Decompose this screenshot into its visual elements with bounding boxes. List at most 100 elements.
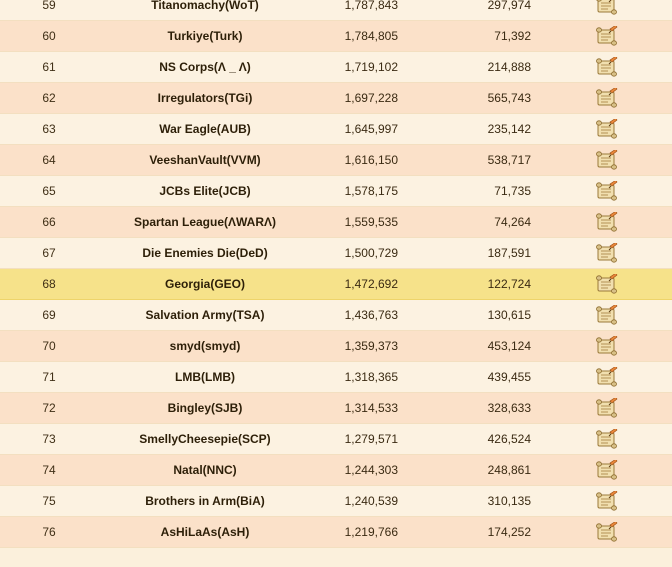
table-row: 68 Georgia(GEO) 1,472,692 122,724 <box>0 269 672 300</box>
rank-cell: 66 <box>42 215 56 229</box>
scroll-icon[interactable] <box>595 274 619 295</box>
score-cell: 1,314,533 <box>344 401 398 415</box>
score-cell: 1,787,843 <box>344 0 398 12</box>
alliance-name-cell: Salvation Army(TSA) <box>145 308 265 322</box>
alliance-name-cell: Natal(NNC) <box>173 463 237 477</box>
points-cell: 174,252 <box>487 525 531 539</box>
table-row: 76 AsHiLaAs(AsH) 1,219,766 174,252 <box>0 517 672 548</box>
alliance-name-cell: LMB(LMB) <box>175 370 235 384</box>
score-cell: 1,645,997 <box>344 122 398 136</box>
rank-cell: 68 <box>42 277 56 291</box>
alliance-name-cell: War Eagle(AUB) <box>159 122 251 136</box>
rank-cell: 69 <box>42 308 56 322</box>
scroll-icon[interactable] <box>595 491 619 512</box>
scroll-icon[interactable] <box>595 243 619 264</box>
points-cell: 71,735 <box>494 184 531 198</box>
points-cell: 122,724 <box>487 277 531 291</box>
score-cell: 1,436,763 <box>344 308 398 322</box>
rank-cell: 60 <box>42 29 56 43</box>
table-row: 69 Salvation Army(TSA) 1,436,763 130,615 <box>0 300 672 331</box>
score-cell: 1,359,373 <box>344 339 398 353</box>
points-cell: 248,861 <box>487 463 531 477</box>
scroll-icon[interactable] <box>595 0 619 16</box>
scroll-icon[interactable] <box>595 212 619 233</box>
alliance-name-cell: Georgia(GEO) <box>164 277 245 291</box>
score-cell: 1,559,535 <box>344 215 398 229</box>
scroll-icon[interactable] <box>595 57 619 78</box>
rank-cell: 64 <box>42 153 56 167</box>
points-cell: 565,743 <box>487 91 531 105</box>
scroll-icon[interactable] <box>595 522 619 543</box>
scroll-icon[interactable] <box>595 150 619 171</box>
table-row: 59 Titanomachy(WoT) 1,787,843 297,974 <box>0 0 672 21</box>
score-cell: 1,616,150 <box>344 153 398 167</box>
points-cell: 426,524 <box>487 432 531 446</box>
score-cell: 1,697,228 <box>344 91 398 105</box>
table-row: 73 SmellyCheesepie(SCP) 1,279,571 426,52… <box>0 424 672 455</box>
points-cell: 453,124 <box>487 339 531 353</box>
rank-cell: 67 <box>42 246 56 260</box>
rank-cell: 73 <box>42 432 56 446</box>
scroll-icon[interactable] <box>595 367 619 388</box>
table-row: 61 NS Corps(Λ _ Λ) 1,719,102 214,888 <box>0 52 672 83</box>
alliance-name-cell: NS Corps(Λ _ Λ) <box>159 60 251 74</box>
score-cell: 1,472,692 <box>344 277 398 291</box>
alliance-name-cell: Irregulators(TGi) <box>157 91 253 105</box>
alliance-name-cell: JCBs Elite(JCB) <box>159 184 251 198</box>
score-cell: 1,578,175 <box>344 184 398 198</box>
scroll-icon[interactable] <box>595 398 619 419</box>
table-row: 67 Die Enemies Die(DeD) 1,500,729 187,59… <box>0 238 672 269</box>
points-cell: 310,135 <box>487 494 531 508</box>
scroll-icon[interactable] <box>595 460 619 481</box>
points-cell: 74,264 <box>494 215 531 229</box>
points-cell: 297,974 <box>487 0 531 12</box>
points-cell: 439,455 <box>487 370 531 384</box>
alliance-name-cell: Die Enemies Die(DeD) <box>142 246 268 260</box>
score-cell: 1,784,805 <box>344 29 398 43</box>
points-cell: 214,888 <box>487 60 531 74</box>
scroll-icon[interactable] <box>595 119 619 140</box>
scroll-icon[interactable] <box>595 336 619 357</box>
points-cell: 328,633 <box>487 401 531 415</box>
rank-cell: 59 <box>42 0 56 12</box>
scroll-icon[interactable] <box>595 26 619 47</box>
scroll-icon[interactable] <box>595 181 619 202</box>
rank-cell: 70 <box>42 339 56 353</box>
points-cell: 538,717 <box>487 153 531 167</box>
table-row: 75 Brothers in Arm(BiA) 1,240,539 310,13… <box>0 486 672 517</box>
score-cell: 1,318,365 <box>344 370 398 384</box>
points-cell: 187,591 <box>487 246 531 260</box>
points-cell: 130,615 <box>487 308 531 322</box>
table-row: 66 Spartan League(ΛWARΛ) 1,559,535 74,26… <box>0 207 672 238</box>
rank-cell: 76 <box>42 525 56 539</box>
table-row: 63 War Eagle(AUB) 1,645,997 235,142 <box>0 114 672 145</box>
score-cell: 1,279,571 <box>344 432 398 446</box>
scroll-icon[interactable] <box>595 88 619 109</box>
points-cell: 71,392 <box>494 29 531 43</box>
rank-cell: 61 <box>42 60 56 74</box>
rank-cell: 75 <box>42 494 56 508</box>
table-row: 60 Turkiye(Turk) 1,784,805 71,392 <box>0 21 672 52</box>
alliance-name-cell: Titanomachy(WoT) <box>151 0 259 12</box>
alliance-name-cell: Bingley(SJB) <box>167 401 243 415</box>
alliance-name-cell: SmellyCheesepie(SCP) <box>139 432 271 446</box>
rank-cell: 63 <box>42 122 56 136</box>
table-row: 74 Natal(NNC) 1,244,303 248,861 <box>0 455 672 486</box>
alliance-name-cell: Brothers in Arm(BiA) <box>145 494 265 508</box>
alliance-name-cell: AsHiLaAs(AsH) <box>160 525 250 539</box>
scroll-icon[interactable] <box>595 305 619 326</box>
alliance-name-cell: Spartan League(ΛWARΛ) <box>133 215 277 229</box>
score-cell: 1,500,729 <box>344 246 398 260</box>
rank-cell: 72 <box>42 401 56 415</box>
rank-cell: 74 <box>42 463 56 477</box>
table-row: 64 VeeshanVault(VVM) 1,616,150 538,717 <box>0 145 672 176</box>
table-row: 62 Irregulators(TGi) 1,697,228 565,743 <box>0 83 672 114</box>
points-cell: 235,142 <box>487 122 531 136</box>
scroll-icon[interactable] <box>595 429 619 450</box>
score-cell: 1,240,539 <box>344 494 398 508</box>
alliance-ranking-table: 59 Titanomachy(WoT) 1,787,843 297,974 60… <box>0 0 672 548</box>
table-row: 71 LMB(LMB) 1,318,365 439,455 <box>0 362 672 393</box>
score-cell: 1,719,102 <box>344 60 398 74</box>
table-row: 65 JCBs Elite(JCB) 1,578,175 71,735 <box>0 176 672 207</box>
table-row: 72 Bingley(SJB) 1,314,533 328,633 <box>0 393 672 424</box>
